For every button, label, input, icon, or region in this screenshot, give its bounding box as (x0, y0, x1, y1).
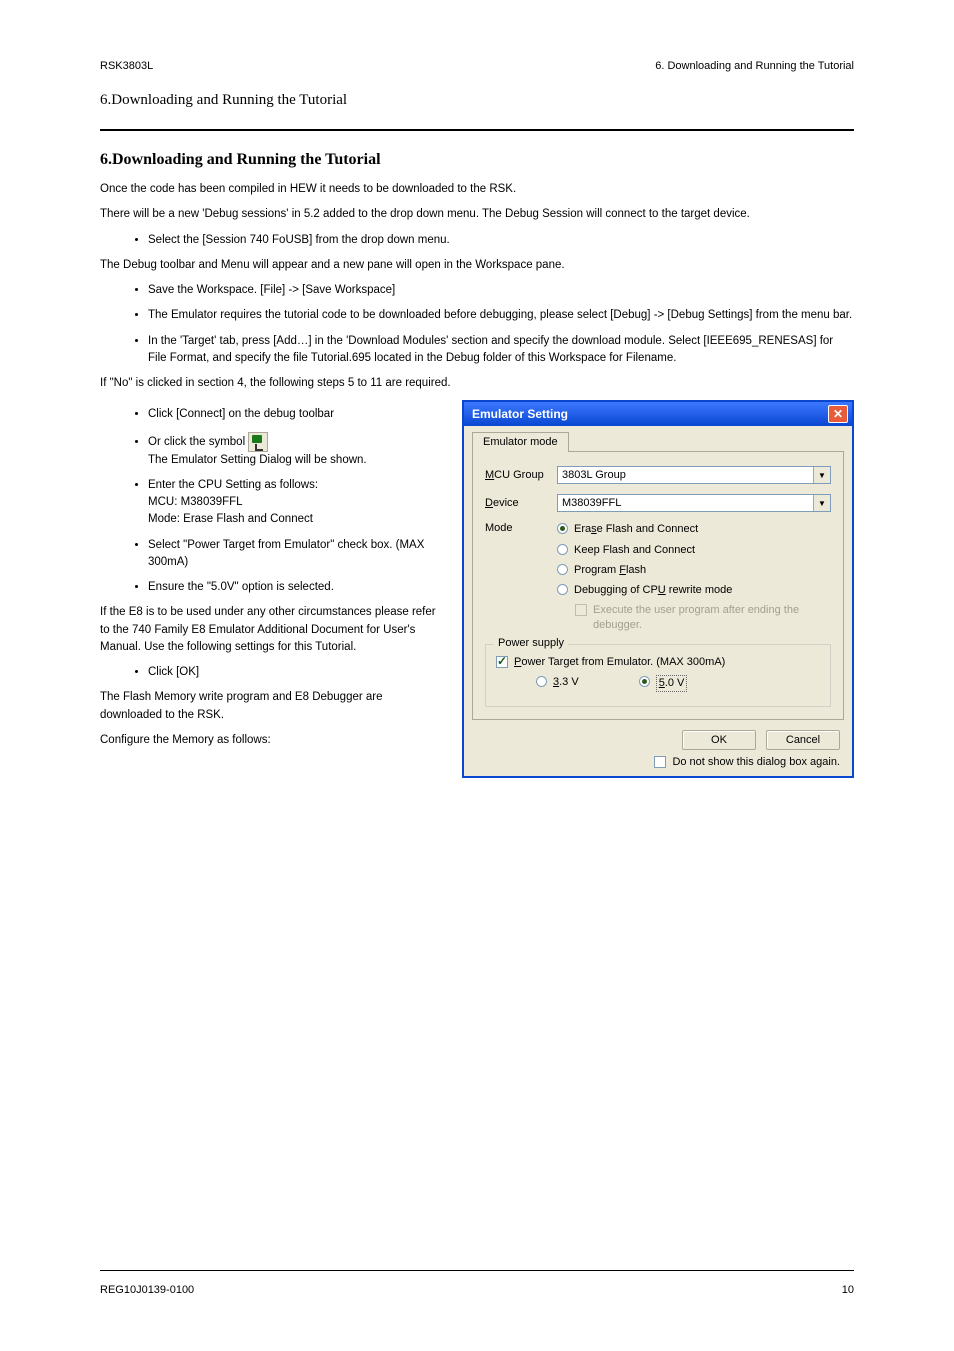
intro-2: There will be a new 'Debug sessions' in … (100, 206, 854, 223)
post-1: The Flash Memory write program and E8 De… (100, 689, 442, 724)
post-2: Configure the Memory as follows: (100, 732, 442, 749)
title-divider (100, 129, 854, 131)
mcu-group-label: MCU Group (485, 469, 557, 481)
dialog-titlebar[interactable]: Emulator Setting ✕ (464, 402, 852, 426)
checkbox-do-not-show-again[interactable] (654, 756, 666, 768)
note-after-1: The Debug toolbar and Menu will appear a… (100, 257, 854, 274)
radio-program-flash[interactable]: Program Flash (557, 563, 831, 577)
tab-panel: MCU Group 3803L Group ▼ Device M38039FFL (472, 451, 844, 719)
power-supply-fieldset: Power supply Power Target from Emulator.… (485, 644, 831, 707)
power-supply-legend: Power supply (494, 637, 568, 649)
tab-emulator-mode[interactable]: Emulator mode (472, 432, 569, 452)
page-title: 6.Downloading and Running the Tutorial (100, 92, 854, 109)
radio-5-0v[interactable]: 5.0 V (639, 675, 688, 691)
dialog-title-text: Emulator Setting (472, 407, 568, 421)
warning-text: If the E8 is to be used under any other … (100, 604, 442, 656)
checkbox-execute-after-debugger: Execute the user program after ending th… (575, 603, 831, 632)
mcu-group-select[interactable]: 3803L Group ▼ (557, 466, 831, 484)
radio-debug-cpu-rewrite[interactable]: Debugging of CPU rewrite mode (557, 583, 831, 597)
intro-1: Once the code has been compiled in HEW i… (100, 181, 854, 198)
close-icon[interactable]: ✕ (828, 405, 848, 423)
radio-erase-flash[interactable]: Erase Flash and Connect (557, 522, 831, 536)
ok-button[interactable]: OK (682, 730, 756, 750)
step-5-alt: Or click the symbol The Emulator Setting… (148, 432, 442, 469)
cancel-button[interactable]: Cancel (766, 730, 840, 750)
chevron-down-icon[interactable]: ▼ (813, 467, 830, 483)
step-7: Select "Power Target from Emulator" chec… (148, 537, 442, 572)
note-after-4: If "No" is clicked in section 4, the fol… (100, 375, 854, 392)
device-select[interactable]: M38039FFL ▼ (557, 494, 831, 512)
chevron-down-icon[interactable]: ▼ (813, 495, 830, 511)
checkbox-power-target-from-emulator[interactable]: Power Target from Emulator. (MAX 300mA) (496, 655, 820, 669)
step-3: The Emulator requires the tutorial code … (148, 307, 854, 324)
header-left: RSK3803L (100, 60, 153, 72)
step-1: Select the [Session 740 FoUSB] from the … (148, 232, 854, 249)
do-not-show-label: Do not show this dialog box again. (672, 756, 840, 768)
step-4: In the 'Target' tab, press [Add…] in the… (148, 333, 854, 368)
mode-label: Mode (485, 522, 557, 534)
radio-keep-flash[interactable]: Keep Flash and Connect (557, 543, 831, 557)
device-value: M38039FFL (558, 495, 813, 511)
footer-left: REG10J0139-0100 (100, 1284, 194, 1296)
step-5: Click [Connect] on the debug toolbar (148, 406, 442, 423)
step-8: Ensure the "5.0V" option is selected. (148, 579, 442, 596)
header-right: 6. Downloading and Running the Tutorial (655, 60, 854, 72)
footer-divider (100, 1270, 854, 1271)
step-9: Click [OK] (148, 664, 442, 681)
chapter-title: 6.Downloading and Running the Tutorial (100, 151, 854, 169)
step-6: Enter the CPU Setting as follows: MCU: M… (148, 477, 442, 529)
mcu-group-value: 3803L Group (558, 467, 813, 483)
green-chip-icon (248, 432, 268, 452)
step-2: Save the Workspace. [File] -> [Save Work… (148, 282, 854, 299)
radio-3-3v[interactable]: 3.3 V (536, 675, 579, 691)
footer-right: 10 (842, 1284, 854, 1296)
emulator-setting-dialog: Emulator Setting ✕ Emulator mode MCU Gro… (462, 400, 854, 777)
device-label: Device (485, 497, 557, 509)
